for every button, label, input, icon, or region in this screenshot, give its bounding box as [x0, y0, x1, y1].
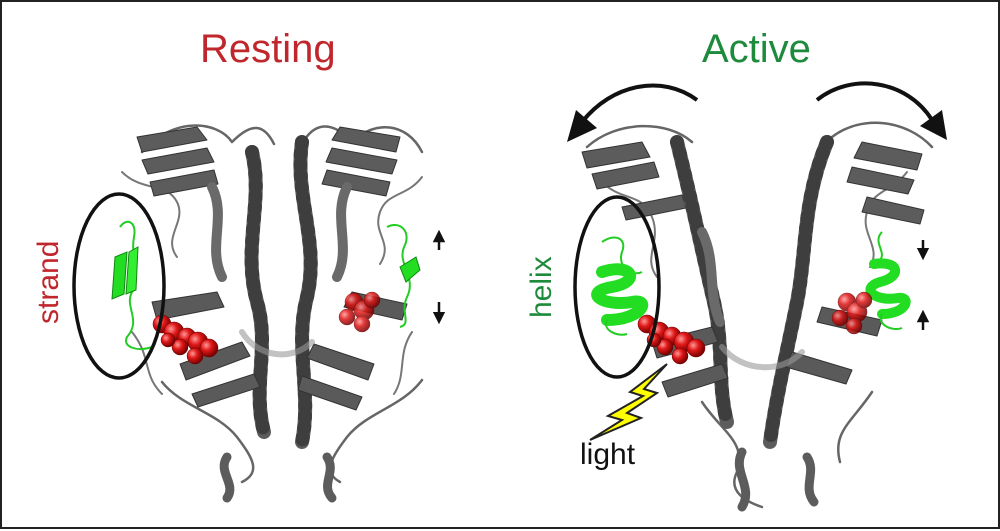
- helix-label: helix: [525, 256, 558, 318]
- active-helix-element-right: [865, 231, 911, 330]
- strand-label: strand: [32, 240, 65, 324]
- light-label: light: [580, 438, 636, 471]
- active-rotation-arrow-left-head: [567, 110, 597, 142]
- figure-frame: Resting Active strand helix light: [0, 0, 1000, 529]
- active-rotation-arrow-left: [580, 83, 699, 124]
- resting-strand-element: [111, 220, 153, 350]
- active-chromophore-left: [637, 314, 706, 365]
- active-rotation-arrow-right-head: [920, 110, 947, 140]
- resting-dimer-structure: [121, 124, 424, 503]
- resting-chromophore-right: [338, 291, 381, 333]
- active-title: Active: [702, 27, 811, 71]
- active-rotation-arrow-right: [815, 81, 934, 122]
- resting-chromophore-left: [152, 314, 219, 365]
- active-helix-element: [591, 236, 649, 336]
- resting-title: Resting: [200, 27, 336, 71]
- structure-illustration: [72, 81, 947, 512]
